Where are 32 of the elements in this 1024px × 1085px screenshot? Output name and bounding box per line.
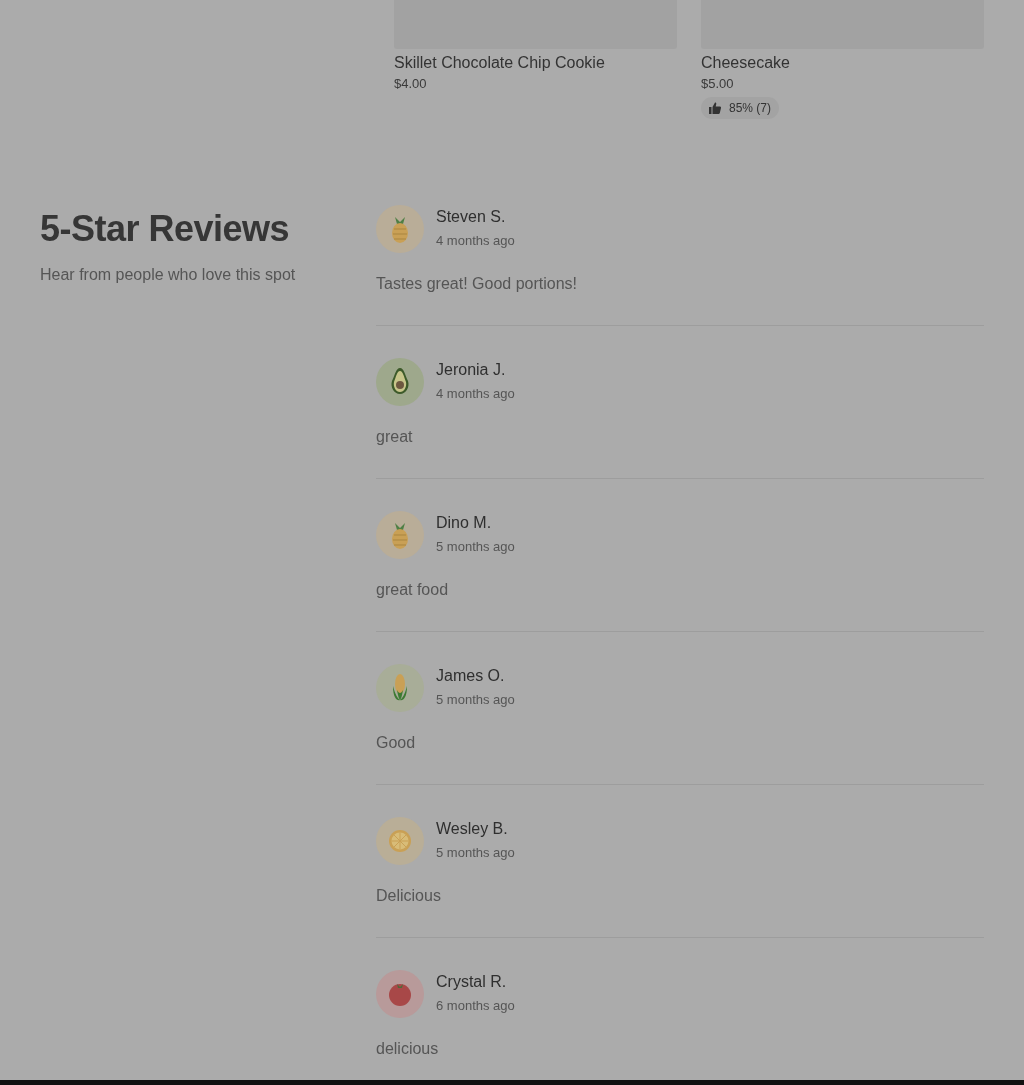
reviewer-name: Wesley B. xyxy=(436,820,509,838)
thumbs-up-icon xyxy=(709,102,721,114)
product-price: $5.00 xyxy=(701,76,735,91)
review-text: Good xyxy=(376,734,417,752)
product-price: $4.00 xyxy=(394,76,428,91)
review-date: 5 months ago xyxy=(436,845,515,860)
pineapple-avatar-icon xyxy=(376,205,424,253)
pineapple-avatar-icon xyxy=(376,511,424,559)
review-text: Tastes great! Good portions! xyxy=(376,275,578,293)
review-text: great food xyxy=(376,581,450,599)
section-title: 5-Star Reviews xyxy=(40,208,291,250)
review-date: 4 months ago xyxy=(436,386,515,401)
product-name: Cheesecake xyxy=(701,53,791,73)
review-date: 4 months ago xyxy=(436,233,515,248)
review-date: 5 months ago xyxy=(436,539,515,554)
corn-avatar-icon xyxy=(376,664,424,712)
rating-text: 85% (7) xyxy=(729,101,772,115)
review-date: 5 months ago xyxy=(436,692,515,707)
reviewer-name: Jeronia J. xyxy=(436,361,507,379)
avocado-avatar-icon xyxy=(376,358,424,406)
reviewer-name: Dino M. xyxy=(436,514,493,532)
section-subtitle: Hear from people who love this spot xyxy=(40,266,297,284)
review-text: Delicious xyxy=(376,887,442,905)
review-date: 6 months ago xyxy=(436,998,515,1013)
reviewer-name: Steven S. xyxy=(436,208,507,226)
citrus-slice-avatar-icon xyxy=(376,817,424,865)
reviewer-name: James O. xyxy=(436,667,506,685)
reviewer-name: Crystal R. xyxy=(436,973,508,991)
review-text: delicious xyxy=(376,1040,440,1058)
tomato-avatar-icon xyxy=(376,970,424,1018)
product-name: Skillet Chocolate Chip Cookie xyxy=(394,53,606,73)
review-text: great xyxy=(376,428,414,446)
